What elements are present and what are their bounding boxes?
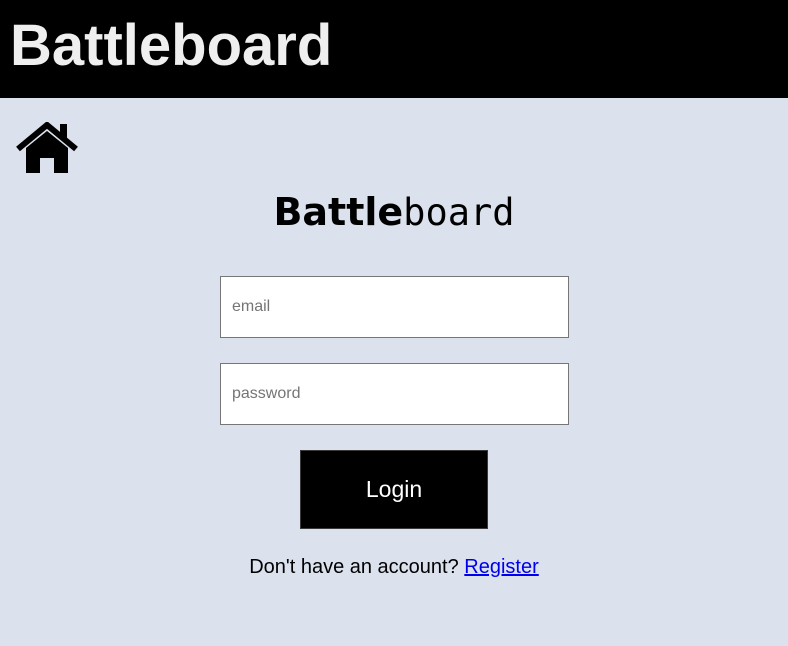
home-button[interactable] (15, 122, 79, 174)
password-field[interactable] (220, 363, 569, 425)
email-field[interactable] (220, 276, 569, 338)
logo-bold-text: Battle (273, 190, 404, 234)
login-button[interactable]: Login (300, 450, 488, 529)
home-icon (16, 122, 78, 173)
register-link[interactable]: Register (464, 556, 538, 578)
app-title: Battleboard (10, 13, 333, 78)
top-bar: Battleboard (0, 0, 788, 98)
logo: Battleboard (0, 188, 788, 237)
logo-mono-text: board (403, 191, 515, 234)
register-line: Don't have an account? Register (0, 555, 788, 579)
register-prompt: Don't have an account? (249, 556, 459, 578)
